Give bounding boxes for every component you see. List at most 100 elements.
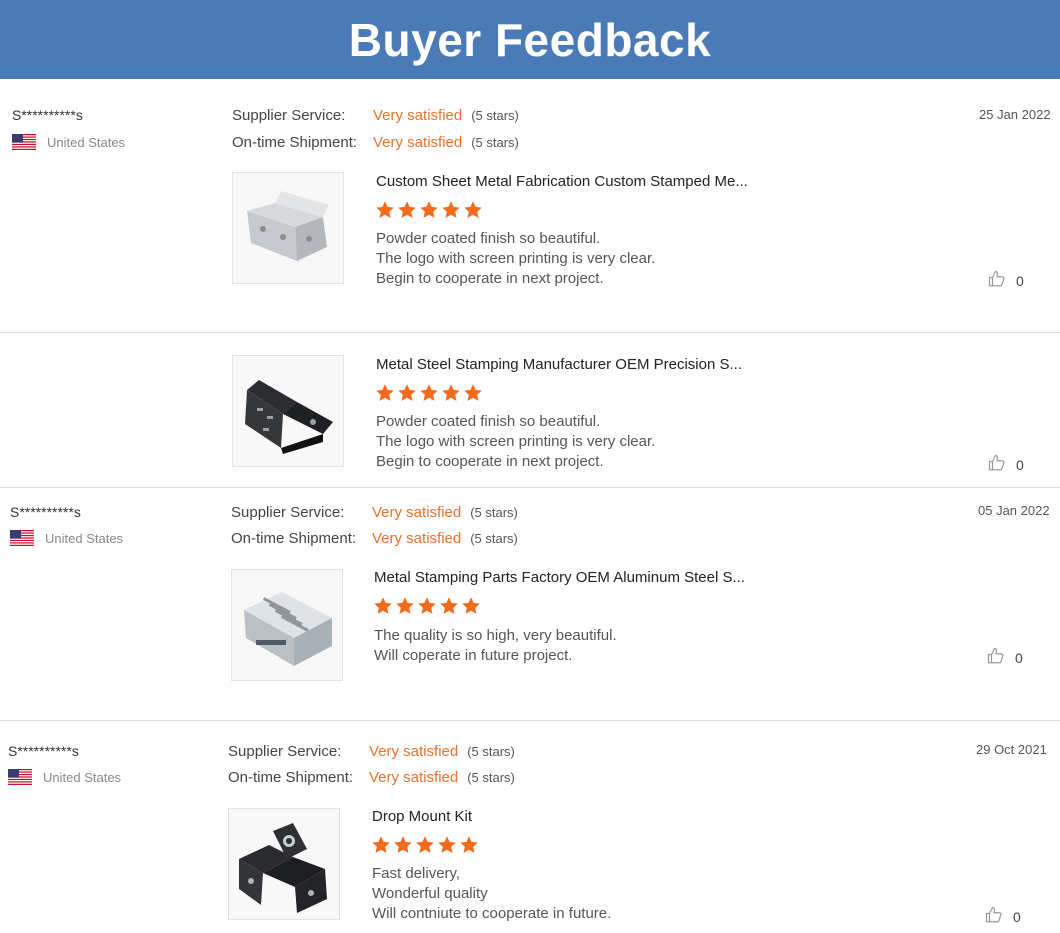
divider xyxy=(0,720,1060,721)
shipment-label: On-time Shipment: xyxy=(231,530,357,547)
us-flag-icon xyxy=(8,769,32,785)
review-comment: The quality is so high, very beautiful. W… xyxy=(374,626,617,666)
reviewer-country: United States xyxy=(8,769,121,785)
review-date: 25 Jan 2022 xyxy=(979,107,1051,122)
supplier-service-rating: Supplier Service: Very satisfied (5 star… xyxy=(228,743,515,760)
star-icon xyxy=(442,201,460,218)
star-icon xyxy=(420,384,438,401)
review-comment: Fast delivery, Wonderful quality Will cont… xyxy=(372,864,611,924)
supplier-service-stars: (5 stars) xyxy=(470,505,518,520)
comment-line: The quality is so high, very beautiful. xyxy=(374,627,617,644)
shipment-value: Very satisfied xyxy=(372,530,462,547)
comment-line: Will coperate in future project. xyxy=(374,647,573,664)
comment-line: The logo with screen printing is very cl… xyxy=(376,433,656,450)
thumbs-up-icon xyxy=(988,270,1016,291)
like-button[interactable]: 0 xyxy=(988,270,1024,291)
comment-line: Begin to cooperate in next project. xyxy=(376,453,604,470)
shipment-stars: (5 stars) xyxy=(467,770,515,785)
shipment-value: Very satisfied xyxy=(369,769,459,786)
shipment-value: Very satisfied xyxy=(373,134,463,151)
star-icon xyxy=(442,384,460,401)
star-icon xyxy=(462,597,480,614)
like-button[interactable]: 0 xyxy=(988,454,1024,475)
product-thumbnail[interactable] xyxy=(228,808,340,920)
star-icon xyxy=(416,836,434,853)
supplier-service-label: Supplier Service: xyxy=(231,504,345,521)
comment-line: Powder coated finish so beautiful. xyxy=(376,230,601,247)
product-image-bracket-silver xyxy=(233,173,343,283)
like-button[interactable]: 0 xyxy=(985,906,1021,927)
review-comment: Powder coated finish so beautiful. The lo… xyxy=(376,412,655,472)
star-icon xyxy=(396,597,414,614)
star-rating xyxy=(375,383,483,403)
supplier-service-stars: (5 stars) xyxy=(467,744,515,759)
country-label: United States xyxy=(47,134,126,150)
thumbs-up-icon xyxy=(988,454,1016,475)
product-title[interactable]: Drop Mount Kit xyxy=(372,808,472,825)
product-image-enclosure-aluminum xyxy=(232,570,342,680)
star-icon xyxy=(460,836,478,853)
comment-line: Wonderful quality xyxy=(372,885,488,902)
product-thumbnail[interactable] xyxy=(232,172,344,284)
product-title[interactable]: Metal Steel Stamping Manufacturer OEM Pr… xyxy=(376,356,742,373)
us-flag-icon xyxy=(12,134,36,150)
supplier-service-value: Very satisfied xyxy=(369,743,459,760)
divider xyxy=(0,487,1060,488)
supplier-service-label: Supplier Service: xyxy=(232,107,346,124)
like-count: 0 xyxy=(1016,272,1024,289)
shipment-stars: (5 stars) xyxy=(471,135,519,150)
shipment-label: On-time Shipment: xyxy=(228,769,354,786)
comment-line: The logo with screen printing is very cl… xyxy=(376,250,656,267)
star-rating xyxy=(371,835,479,855)
reviewer-country: United States xyxy=(12,134,125,150)
review-date: 05 Jan 2022 xyxy=(978,503,1050,518)
shipment-stars: (5 stars) xyxy=(470,531,518,546)
page-header: Buyer Feedback xyxy=(0,0,1060,79)
star-icon xyxy=(464,201,482,218)
like-count: 0 xyxy=(1016,456,1024,473)
reviewer-name: S**********s xyxy=(8,743,79,759)
shipment-label: On-time Shipment: xyxy=(232,134,358,151)
like-button[interactable]: 0 xyxy=(987,647,1023,668)
thumbs-up-icon xyxy=(985,906,1013,927)
comment-line: Begin to cooperate in next project. xyxy=(376,270,604,287)
divider xyxy=(0,332,1060,333)
product-image-drop-mount-kit xyxy=(229,809,339,919)
product-thumbnail[interactable] xyxy=(232,355,344,467)
country-label: United States xyxy=(45,530,124,546)
page-title: Buyer Feedback xyxy=(348,13,712,66)
us-flag-icon xyxy=(10,530,34,546)
star-icon xyxy=(440,597,458,614)
thumbs-up-icon xyxy=(987,647,1015,668)
reviewer-name: S**********s xyxy=(12,107,83,123)
star-icon xyxy=(464,384,482,401)
comment-line: Powder coated finish so beautiful. xyxy=(376,413,601,430)
supplier-service-value: Very satisfied xyxy=(373,107,463,124)
supplier-service-stars: (5 stars) xyxy=(471,108,519,123)
supplier-service-value: Very satisfied xyxy=(372,504,462,521)
comment-line: Fast delivery, xyxy=(372,865,461,882)
star-icon xyxy=(398,384,416,401)
star-rating xyxy=(375,200,483,220)
shipment-rating: On-time Shipment: Very satisfied (5 star… xyxy=(231,530,518,547)
supplier-service-rating: Supplier Service: Very satisfied (5 star… xyxy=(231,504,518,521)
country-label: United States xyxy=(43,769,122,785)
star-icon xyxy=(418,597,436,614)
like-count: 0 xyxy=(1013,908,1021,925)
star-icon xyxy=(372,836,390,853)
star-icon xyxy=(398,201,416,218)
product-thumbnail[interactable] xyxy=(231,569,343,681)
product-title[interactable]: Custom Sheet Metal Fabrication Custom St… xyxy=(376,173,748,190)
supplier-service-rating: Supplier Service: Very satisfied (5 star… xyxy=(232,107,519,124)
like-count: 0 xyxy=(1015,649,1023,666)
product-title[interactable]: Metal Stamping Parts Factory OEM Aluminu… xyxy=(374,569,745,586)
reviewer-name: S**********s xyxy=(10,504,81,520)
star-icon xyxy=(420,201,438,218)
star-icon xyxy=(394,836,412,853)
reviewer-country: United States xyxy=(10,530,123,546)
star-icon xyxy=(374,597,392,614)
supplier-service-label: Supplier Service: xyxy=(228,743,342,760)
shipment-rating: On-time Shipment: Very satisfied (5 star… xyxy=(228,769,515,786)
star-icon xyxy=(376,201,394,218)
review-comment: Powder coated finish so beautiful. The lo… xyxy=(376,229,655,289)
